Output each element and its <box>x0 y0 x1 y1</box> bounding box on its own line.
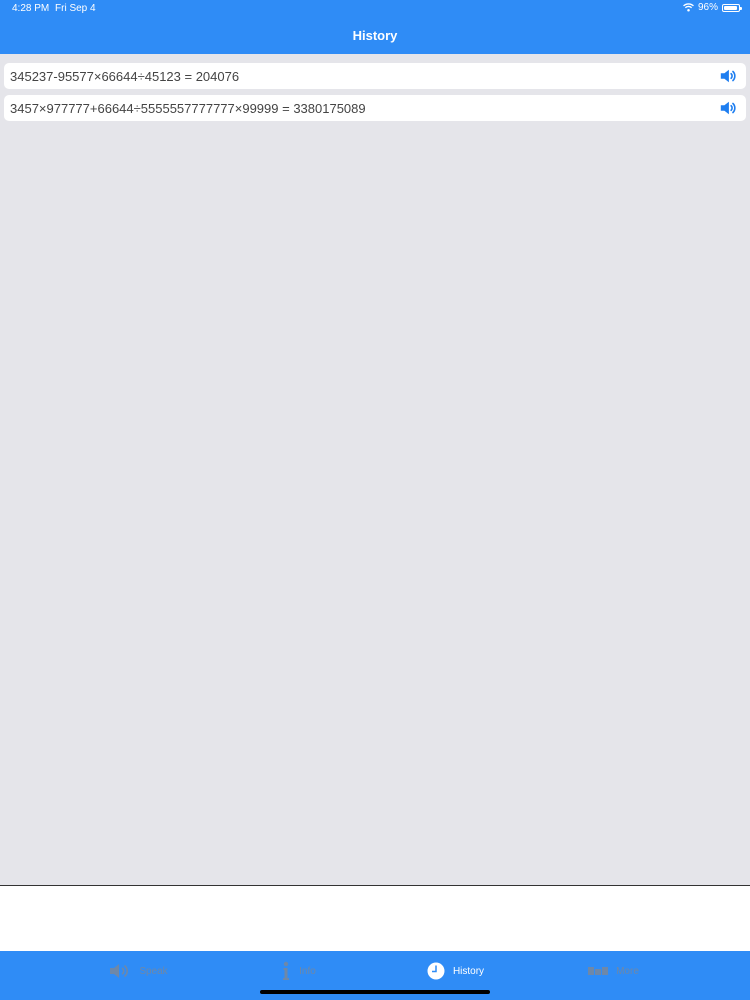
status-date: Fri Sep 4 <box>55 3 96 14</box>
history-row[interactable]: 345237-95577×66644÷45123 = 204076 <box>4 63 746 89</box>
tab-label: More <box>616 965 639 977</box>
battery-level <box>724 5 737 10</box>
page-title: History <box>352 28 398 43</box>
tab-label: Info <box>299 965 316 977</box>
history-row[interactable]: 3457×977777+66644÷5555557777777×99999 = … <box>4 95 746 121</box>
speaker-icon <box>109 962 131 980</box>
info-icon <box>281 961 291 981</box>
battery-icon <box>722 3 742 12</box>
history-expression: 345237-95577×66644÷45123 = 204076 <box>10 68 240 84</box>
history-list: 345237-95577×66644÷45123 = 204076 3457×9… <box>4 63 746 127</box>
top-bar: 4:28 PM Fri Sep 4 96% History <box>0 0 750 54</box>
tab-more[interactable]: More <box>520 951 707 991</box>
clock-icon <box>427 962 445 980</box>
tab-speak[interactable]: Speak <box>45 951 232 991</box>
wifi-icon <box>683 3 694 12</box>
status-time: 4:28 PM <box>12 3 50 14</box>
history-expression: 3457×977777+66644÷5555557777777×99999 = … <box>10 100 366 116</box>
banner-area <box>0 885 750 951</box>
home-indicator <box>260 990 490 994</box>
battery-percent: 96% <box>697 2 718 13</box>
more-icon <box>588 967 609 975</box>
tab-label: Speak <box>139 965 168 977</box>
tab-label: History <box>452 965 485 977</box>
speaker-icon[interactable] <box>718 98 738 118</box>
status-right: 96% <box>683 2 742 13</box>
speaker-icon[interactable] <box>718 66 738 86</box>
